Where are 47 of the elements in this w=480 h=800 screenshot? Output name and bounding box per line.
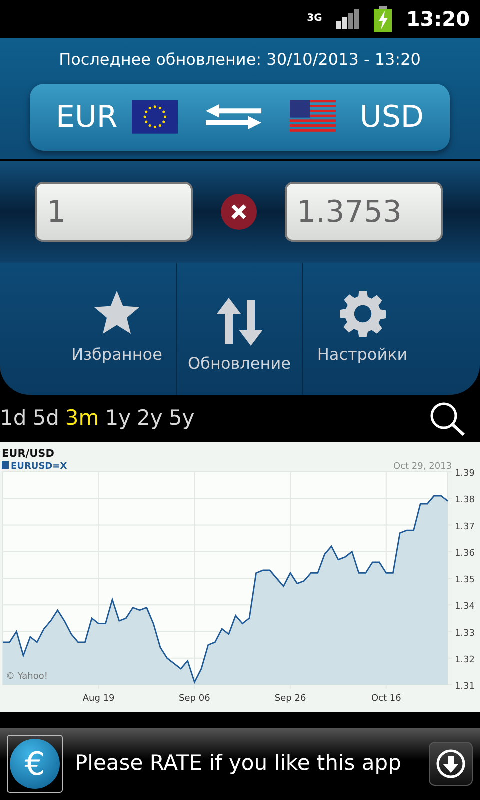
to-currency: USD xyxy=(360,98,424,137)
signal-icon xyxy=(336,8,360,29)
close-icon xyxy=(231,204,247,220)
x-axis-label: Sep 06 xyxy=(179,694,210,704)
y-axis-label: 1.31 xyxy=(454,682,475,692)
range-tab[interactable]: 1y xyxy=(105,403,132,435)
y-axis-label: 1.35 xyxy=(454,576,475,586)
y-axis-label: 1.37 xyxy=(454,522,475,533)
up-down-arrows-icon xyxy=(216,298,262,346)
swap-arrows-icon xyxy=(206,102,262,132)
gear-icon xyxy=(340,291,386,338)
nav-button[interactable]: Избранное xyxy=(0,263,177,396)
legend-swatch-icon xyxy=(2,461,9,470)
currency-pair-button[interactable]: EUR USD xyxy=(30,84,450,151)
network-type: 3G xyxy=(307,14,322,24)
ad-text: Please RATE if you like this app xyxy=(75,750,402,778)
range-tab[interactable]: 3m xyxy=(65,403,100,435)
y-axis-label: 1.36 xyxy=(454,549,475,560)
result-field[interactable]: 1.3753 xyxy=(285,182,443,242)
y-axis-label: 1.38 xyxy=(454,496,475,506)
app-logo-icon: € xyxy=(7,735,63,794)
download-icon xyxy=(436,749,466,780)
battery-charging-icon xyxy=(374,6,392,32)
from-currency: EUR xyxy=(56,98,118,137)
legend-label: EURUSD=X xyxy=(11,462,68,472)
y-axis-label: 1.32 xyxy=(454,656,475,666)
x-axis-label: Sep 26 xyxy=(274,694,306,704)
search-icon[interactable] xyxy=(430,402,466,436)
x-axis-label: Oct 16 xyxy=(371,694,402,704)
y-axis-label: 1.33 xyxy=(454,629,475,640)
chart-title: EUR/USD xyxy=(2,448,54,460)
range-tab[interactable]: 2y xyxy=(137,403,163,435)
amount-field[interactable]: 1 xyxy=(35,182,193,242)
clock: 13:20 xyxy=(406,6,470,33)
range-tab[interactable]: 5d xyxy=(32,403,60,435)
chart-credit: © Yahoo! xyxy=(6,672,48,682)
download-button[interactable] xyxy=(429,742,473,786)
last-update-text: Последнее обновление: 30/10/2013 - 13:20 xyxy=(59,48,421,71)
x-axis-label: Aug 19 xyxy=(82,694,115,704)
range-tab[interactable]: 1d xyxy=(0,403,27,435)
nav-button[interactable]: Настройки xyxy=(302,263,480,396)
chart-date: Oct 29, 2013 xyxy=(394,462,452,472)
y-axis-label: 1.39 xyxy=(454,469,475,480)
nav-button[interactable]: Обновление xyxy=(177,263,302,396)
y-axis-label: 1.34 xyxy=(454,602,475,612)
range-tab[interactable]: 5y xyxy=(168,403,195,435)
clear-button[interactable] xyxy=(221,194,257,230)
